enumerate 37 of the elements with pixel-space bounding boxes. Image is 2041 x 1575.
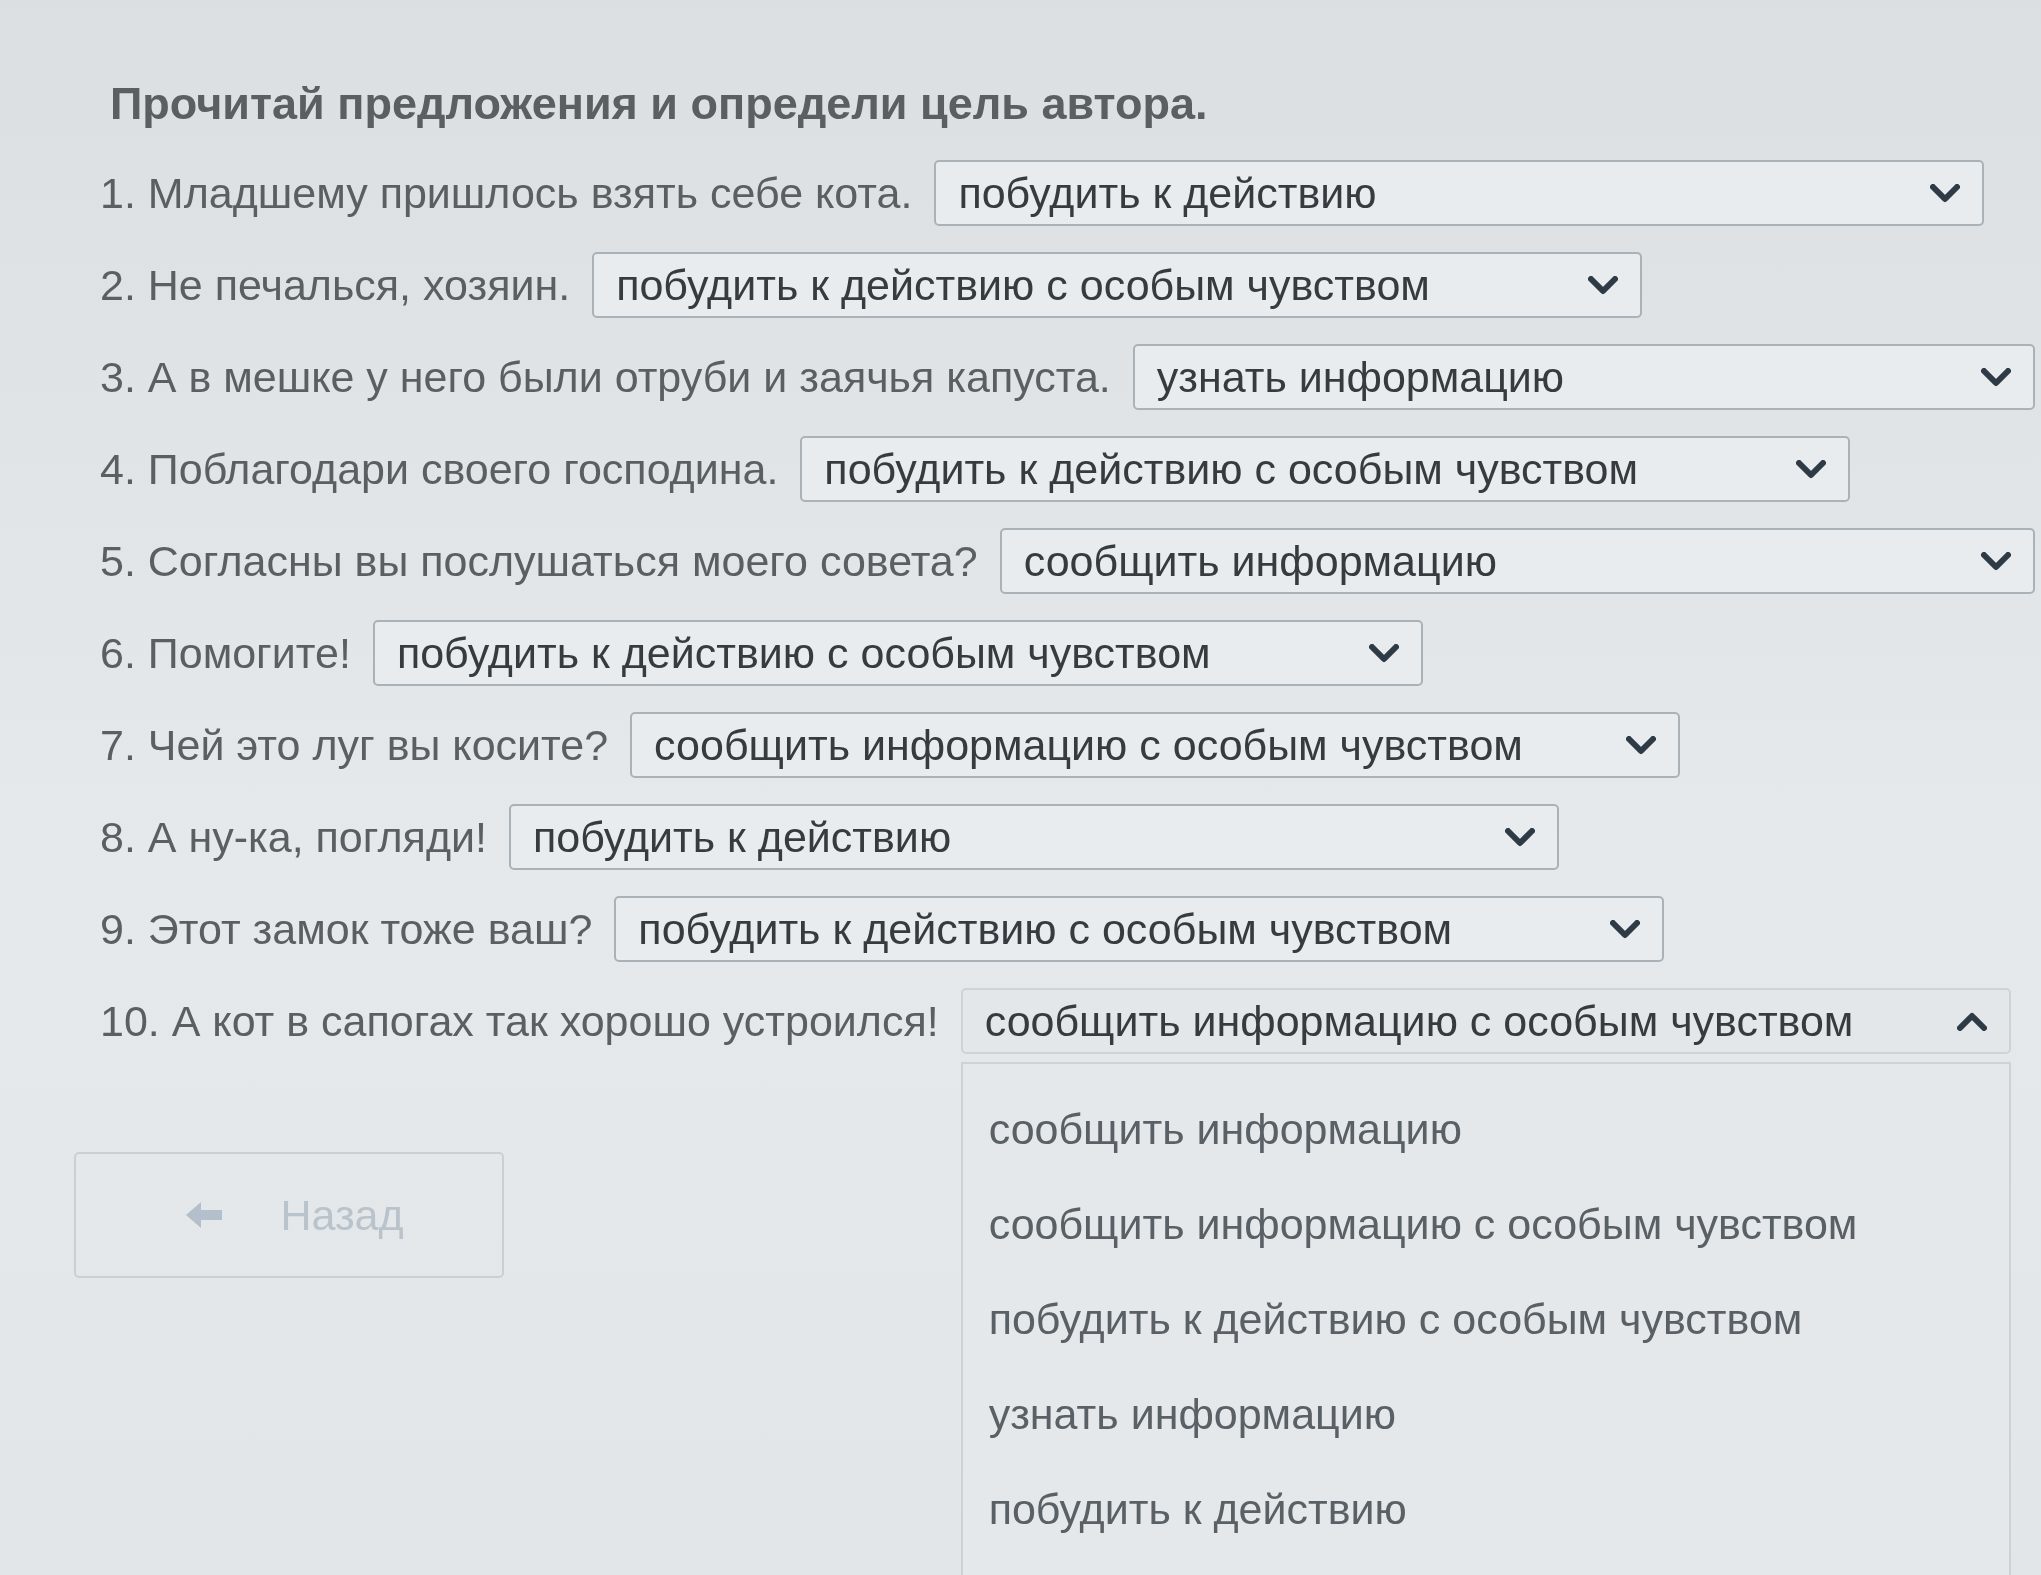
- arrow-left-icon: [184, 1200, 225, 1230]
- chevron-down-icon: [1504, 827, 1535, 847]
- chevron-up-icon: [1956, 1011, 1987, 1031]
- answer-select[interactable]: побудить к действию с особым чувством: [592, 252, 1643, 318]
- answer-select[interactable]: побудить к действию с особым чувством: [372, 620, 1423, 686]
- sentence-text: 3. А в мешке у него были отруби и заячья капуста.: [100, 352, 1111, 402]
- sentence-text: 1. Младшему пришлось взять себе кота.: [100, 168, 913, 218]
- chevron-down-icon: [1930, 183, 1961, 203]
- chevron-down-icon: [1796, 459, 1827, 479]
- sentence-text: 4. Поблагодари своего господина.: [100, 444, 779, 494]
- answer-select[interactable]: сообщить информацию: [999, 528, 2035, 594]
- answer-select[interactable]: побудить к действию с особым чувством: [800, 436, 1851, 502]
- sentence-text: 2. Не печалься, хозяин.: [100, 260, 571, 310]
- chevron-down-icon: [1981, 367, 2011, 387]
- answer-select[interactable]: узнать информацию: [1132, 344, 2035, 410]
- chevron-down-icon: [1981, 551, 2011, 571]
- chevron-down-icon: [1588, 275, 1619, 295]
- answer-select[interactable]: побудить к действию: [508, 804, 1559, 870]
- sentence-text: 8. А ну-ка, погляди!: [100, 812, 487, 862]
- sentence-text: 6. Помогите!: [100, 628, 351, 678]
- sentence-text: 5. Согласны вы послушаться моего совета?: [100, 536, 978, 586]
- answer-select[interactable]: сообщить информацию с особым чувством: [960, 988, 2011, 1054]
- answer-select[interactable]: сообщить информацию с особым чувством: [630, 712, 1681, 778]
- sentence-text: 7. Чей это луг вы косите?: [100, 720, 609, 770]
- dropdown-option[interactable]: узнать информацию: [962, 1367, 2009, 1462]
- answer-select[interactable]: побудить к действию с особым чувством: [614, 896, 1665, 962]
- sentence-text: 10. А кот в сапогах так хорошо устроился!: [100, 996, 939, 1046]
- answer-select[interactable]: побудить к действию: [934, 160, 1985, 226]
- dropdown-option[interactable]: сообщить информацию с особым чувством: [962, 1177, 2009, 1272]
- sentence-text: 9. Этот замок тоже ваш?: [100, 904, 593, 954]
- chevron-down-icon: [1610, 919, 1641, 939]
- dropdown-option[interactable]: побудить к действию: [962, 1462, 2009, 1557]
- dropdown-option[interactable]: побудить к действию с особым чувством: [962, 1272, 2009, 1367]
- chevron-down-icon: [1368, 643, 1399, 663]
- instruction-title: Прочитай предложения и определи цель автора.: [110, 78, 1208, 130]
- dropdown-option[interactable]: сообщить информацию: [962, 1082, 2009, 1177]
- chevron-down-icon: [1626, 735, 1657, 755]
